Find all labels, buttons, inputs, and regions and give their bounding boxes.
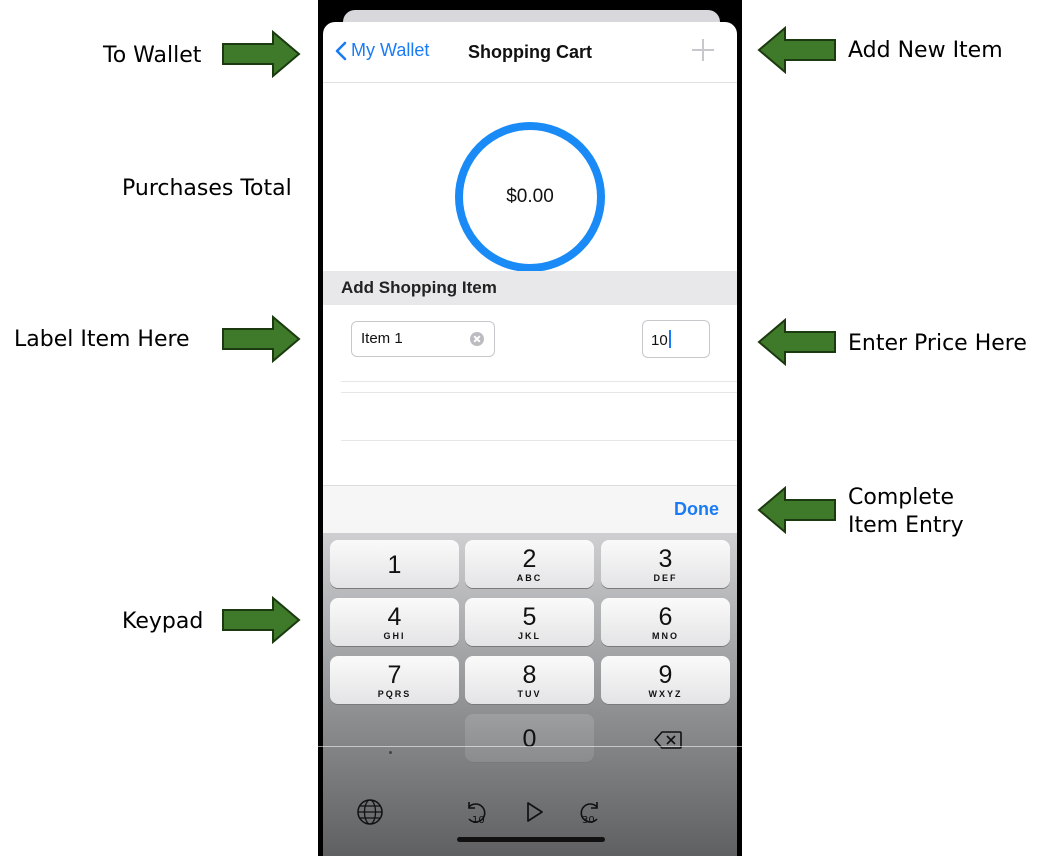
key-3-digit: 3 (658, 545, 673, 573)
annotation-label-item-here: Label Item Here (14, 327, 190, 352)
overlay-divider-line (0, 746, 1046, 747)
key-5-letters: JKL (517, 631, 541, 641)
svg-text:30: 30 (582, 815, 595, 826)
section-title: Add Shopping Item (341, 278, 497, 297)
svg-text:10: 10 (472, 815, 485, 826)
key-6-letters: MNO (652, 631, 679, 641)
arrow-complete-item-entry (757, 486, 836, 534)
key-2-digit: 2 (522, 545, 537, 573)
clear-icon[interactable] (470, 332, 484, 346)
key-2-letters: ABC (516, 573, 543, 583)
key-4-letters: GHI (383, 631, 406, 641)
row-divider (341, 381, 737, 382)
key-2[interactable]: 2 ABC (465, 540, 594, 588)
key-9-digit: 9 (658, 661, 673, 689)
navigation-bar: My Wallet Shopping Cart (323, 22, 737, 83)
annotation-add-new-item: Add New Item (848, 38, 1003, 63)
numeric-keypad: 1 2 ABC 3 DEF 4 GHI 5 JKL 6 MNO 7 PQRS 8… (323, 533, 737, 856)
arrow-to-wallet (222, 30, 301, 78)
keyboard-toolbar: Done (323, 485, 737, 534)
annotation-keypad: Keypad (122, 609, 204, 634)
annotation-purchases-total: Purchases Total (122, 176, 292, 201)
key-6-digit: 6 (658, 603, 673, 631)
key-8-letters: TUV (517, 689, 542, 699)
row-divider (341, 392, 737, 393)
key-7-digit: 7 (387, 661, 402, 689)
item-price-text: 10 (651, 332, 668, 349)
annotation-complete-item-entry: Complete Item Entry (848, 484, 964, 540)
key-3-letters: DEF (653, 573, 678, 583)
key-5-digit: 5 (522, 603, 537, 631)
item-name-value: Item 1 (361, 330, 403, 347)
home-indicator (457, 837, 605, 842)
item-price-value: 10 (651, 330, 671, 349)
forward-30-icon[interactable]: 30 (575, 797, 603, 827)
text-caret (668, 330, 671, 348)
backspace-icon[interactable] (653, 730, 683, 750)
phone-screen: My Wallet Shopping Cart $0.00 Add Shoppi… (323, 22, 737, 856)
page-title: Shopping Cart (468, 42, 592, 62)
purchases-total-amount: $0.00 (506, 186, 554, 207)
key-3[interactable]: 3 DEF (601, 540, 730, 588)
row-divider (341, 440, 737, 441)
annotation-complete-line2: Item Entry (848, 513, 964, 538)
chevron-left-icon (335, 41, 347, 60)
key-7[interactable]: 7 PQRS (330, 656, 459, 704)
key-4[interactable]: 4 GHI (330, 598, 459, 646)
item-price-field[interactable]: 10 (642, 320, 710, 358)
annotation-to-wallet: To Wallet (103, 43, 202, 68)
key-9-letters: WXYZ (648, 689, 683, 699)
arrow-enter-price (757, 318, 836, 366)
rewind-10-icon[interactable]: 10 (463, 797, 491, 827)
decimal-key[interactable] (389, 751, 392, 754)
done-button[interactable]: Done (674, 499, 719, 520)
key-6[interactable]: 6 MNO (601, 598, 730, 646)
key-5[interactable]: 5 JKL (465, 598, 594, 646)
key-0[interactable]: 0 (465, 714, 594, 762)
globe-icon[interactable] (355, 797, 385, 827)
key-1-digit: 1 (387, 551, 402, 579)
purchases-total-ring: $0.00 (455, 122, 605, 272)
annotation-enter-price-here: Enter Price Here (848, 331, 1027, 356)
back-button[interactable]: My Wallet (335, 40, 429, 61)
section-header: Add Shopping Item (323, 271, 737, 305)
back-button-label: My Wallet (351, 40, 430, 60)
arrow-add-new-item (757, 26, 836, 74)
key-1[interactable]: 1 (330, 540, 459, 588)
key-4-digit: 4 (387, 603, 402, 631)
arrow-keypad (222, 596, 301, 644)
annotation-complete-line1: Complete (848, 485, 955, 510)
item-name-field[interactable]: Item 1 (351, 321, 495, 357)
key-8[interactable]: 8 TUV (465, 656, 594, 704)
key-7-letters: PQRS (377, 689, 412, 699)
play-icon[interactable] (525, 801, 545, 823)
arrow-label-item (222, 315, 301, 363)
key-9[interactable]: 9 WXYZ (601, 656, 730, 704)
key-8-digit: 8 (522, 661, 537, 689)
plus-icon[interactable] (689, 36, 717, 64)
key-0-digit: 0 (522, 725, 537, 753)
